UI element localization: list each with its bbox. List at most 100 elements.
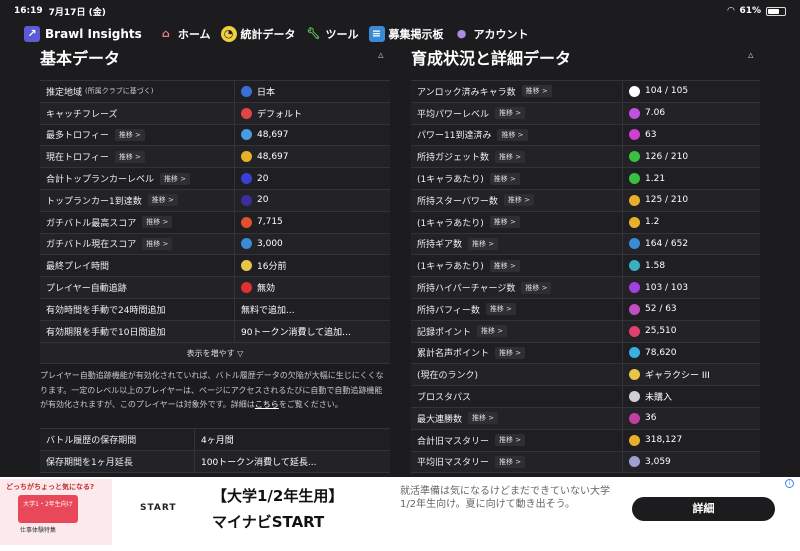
ad-detail-button[interactable]: 詳細 [632,497,775,521]
nav-tools[interactable]: 🔧︎ ツール [306,26,359,42]
row-value: 未購入 [623,390,672,403]
trophy-icon [241,151,252,163]
table-row: 現在トロフィー 推移 > 48,697 [40,146,390,169]
trend-button[interactable]: 推移 > [495,346,526,359]
trend-button[interactable]: 推移 > [142,216,173,229]
row-value[interactable]: 無料で追加... [235,303,295,316]
row-value-text: 1.2 [645,217,660,228]
note-link[interactable]: こちら [255,400,279,409]
trend-button[interactable]: 推移 > [114,128,145,141]
nav-stats-label: 統計データ [240,28,296,41]
row-value: 1.2 [623,216,660,228]
row-value-text: デフォルト [257,109,303,120]
row-value-text: 104 / 105 [645,86,689,97]
table-row: ブロスタパス 未購入 [411,386,760,408]
row-label-text: 所持ハイパーチャージ数 [417,284,516,295]
row-value-text: 25,510 [645,326,677,337]
row-label: 所持ギア数 推移 > [411,233,623,255]
row-label: 有効時間を手動で24時間追加 [40,298,235,320]
row-value-text: 1.21 [645,173,666,184]
brand-link[interactable]: ↗ Brawl Insights [24,26,142,42]
row-label-text: 最大連勝数 [417,414,463,425]
trend-button[interactable]: 推移 > [147,194,178,207]
row-value: 78,620 [623,347,677,359]
row-value[interactable]: 90トークン消費して追加... [235,325,351,338]
pie-chart-icon: ◔ [220,26,237,42]
row-value-text: 無効 [257,284,276,295]
table-row: 累計名声ポイント 推移 > 78,620 [411,342,760,365]
row-value: 52 / 63 [623,303,677,315]
row-label-text: (現在のランク) [417,371,479,382]
table-row: 保存期間を1ヶ月延長 100トークン消費して延長... [40,450,390,473]
trend-button[interactable]: 推移 > [495,107,526,120]
trend-button[interactable]: 推移 > [477,325,508,338]
row-value-text: 52 / 63 [645,304,677,315]
table-row: 所持ハイパーチャージ数 推移 > 103 / 103 [411,277,760,299]
row-label-text: 合計旧マスタリー [417,436,490,447]
row-label: 現在トロフィー 推移 > [40,146,235,168]
table-row: ガチバトル最高スコア 推移 > 7,715 [40,211,390,234]
row-label: 推定地域 (所属クラブに基づく) [40,81,235,102]
trend-button[interactable]: 推移 > [468,412,499,425]
gear-per-icon [629,260,640,272]
status-date: 7月17日 (金) [48,7,106,18]
nav-account[interactable]: ● アカウント [454,26,529,42]
trend-button[interactable]: 推移 > [495,434,526,447]
battle-history-table: バトル履歴の保存期間 4ヶ月間 保存期間を1ヶ月延長 100トークン消費して延長... [40,428,390,473]
rank-badge-icon [241,194,252,206]
row-label: ガチバトル現在スコア 推移 > [40,233,235,255]
row-label: 所持ハイパーチャージ数 推移 > [411,277,623,298]
trend-button[interactable]: 推移 > [521,281,552,294]
trend-button[interactable]: 推移 > [489,172,520,185]
trend-button[interactable]: 推移 > [495,455,526,468]
show-more-button[interactable]: 表示を増やす ▽ [40,343,390,364]
nav-stats[interactable]: ◔ 統計データ [220,26,296,42]
row-label-text: 記録ポイント [417,327,472,338]
table-row: 有効時間を手動で24時間追加 無料で追加... [40,298,390,321]
row-value[interactable]: 100トークン消費して延長... [195,455,317,468]
trend-button[interactable]: 推移 > [497,128,528,141]
row-label-text: キャッチフレーズ [46,109,118,120]
ad-description: 就活準備は気になるけどまだできていない大学1/2年生向け。夏に向けて動き出そう。 [400,486,610,510]
trophy-stack-icon [241,129,252,141]
gadget-icon [629,151,640,163]
auto-track-note: プレイヤー自動追跡機能が有効化されていれば、バトル履歴データの欠陥が大幅に生じに… [40,369,390,413]
table-row: 所持ガジェット数 推移 > 126 / 210 [411,146,760,169]
row-value-text: 125 / 210 [645,195,689,206]
nav-board[interactable]: ≡ 募集掲示板 [368,26,444,42]
cross-icon [241,282,252,294]
collapse-growth-button[interactable]: ▵ [748,48,754,61]
ad-thumb-title: どっちがちょっと気になる? [6,483,95,491]
wrench-icon: 🔧︎ [306,27,321,40]
trend-button[interactable]: 推移 > [495,150,526,163]
nav-home[interactable]: ⌂ ホーム [158,26,211,42]
row-label: 合計旧マスタリー 推移 > [411,429,623,451]
trend-button[interactable]: 推移 > [142,237,173,250]
row-value: 48,697 [235,151,289,163]
row-value: 318,127 [623,434,682,446]
row-value-text: 126 / 210 [645,151,689,162]
row-value-text: 1.58 [645,260,666,271]
trend-button[interactable]: 推移 > [468,237,499,250]
row-value-text: 16分前 [257,262,287,273]
trend-button[interactable]: 推移 > [521,85,552,98]
table-row: 所持ギア数 推移 > 164 / 652 [411,233,760,256]
brawler-icon [629,85,640,97]
trend-button[interactable]: 推移 > [489,216,520,229]
trend-button[interactable]: 推移 > [503,194,535,207]
row-value: 164 / 652 [623,238,689,250]
mastery-icon [629,434,640,446]
ad-info-icon[interactable]: i [785,479,794,488]
trend-button[interactable]: 推移 > [489,259,520,272]
power-icon [629,107,640,119]
collapse-basic-button[interactable]: ▵ [378,48,384,61]
ad-banner[interactable]: どっちがちょっと気になる? 大学1・2年生向け 仕事体験特集 START 【大学… [0,477,800,551]
ad-headline: 【大学1/2年生用】 [212,487,344,505]
trend-button[interactable]: 推移 > [485,303,516,316]
row-label-text: バトル履歴の保存期間 [46,435,137,446]
row-value-text: 164 / 652 [645,238,689,249]
row-label: 平均パワーレベル 推移 > [411,102,623,124]
row-value-text: 20 [257,195,269,206]
trend-button[interactable]: 推移 > [160,172,191,185]
trend-button[interactable]: 推移 > [114,150,145,163]
